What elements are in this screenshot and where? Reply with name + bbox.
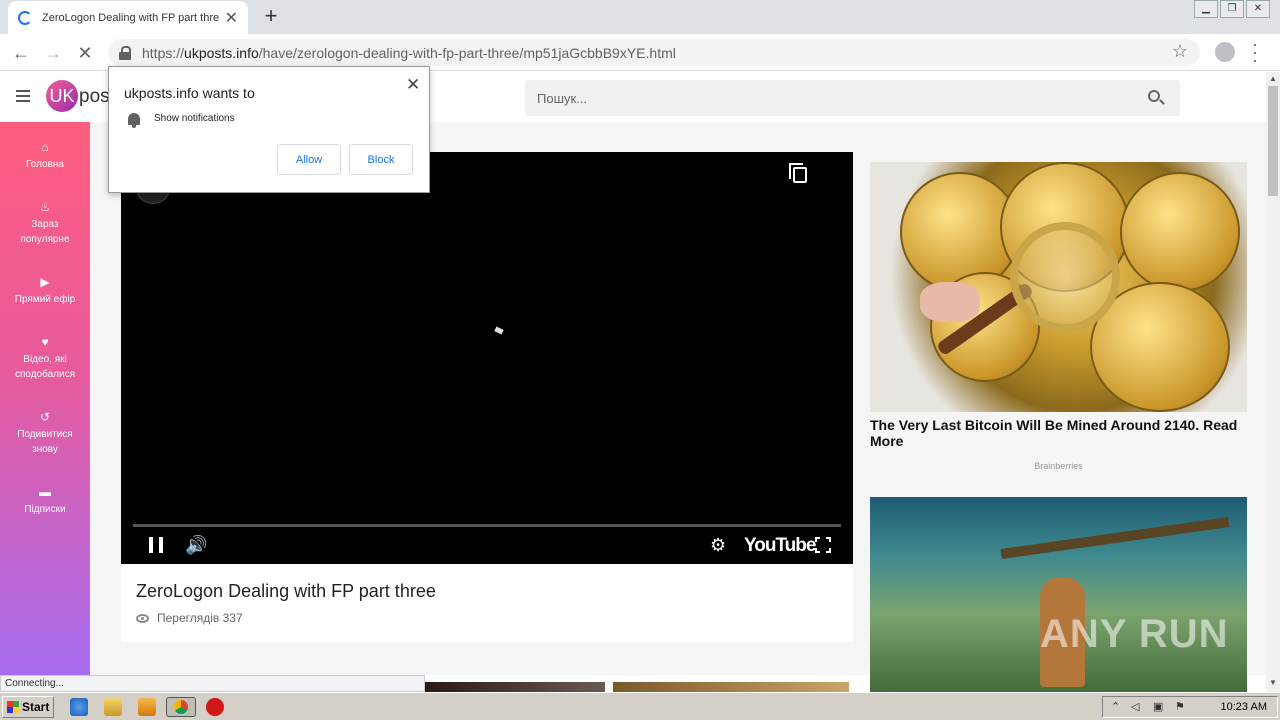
heart-icon: ♥ (41, 335, 49, 349)
browser-menu-icon[interactable]: · · · (1250, 35, 1260, 69)
sidebar-item-subscriptions[interactable]: ▬ Підписки (0, 485, 90, 517)
flag-icon[interactable]: ⚑ (1175, 701, 1187, 713)
url-host: ukposts.info (184, 44, 259, 61)
chrome-taskbar-button[interactable] (166, 697, 196, 717)
folder-icon: ▬ (39, 485, 51, 499)
view-count: Переглядів 337 (157, 611, 243, 625)
windows-logo-icon (7, 701, 19, 713)
copy-link-icon[interactable] (789, 163, 807, 183)
fullscreen-icon[interactable] (815, 537, 831, 553)
sidebar-item-label: Зараз популярне (20, 219, 70, 245)
opera-icon[interactable] (206, 698, 224, 716)
sidebar-item-label: Прямий ефір (14, 294, 76, 305)
scroll-down-icon[interactable]: ▼ (1269, 678, 1277, 687)
chrome-icon (174, 700, 188, 714)
ad-image-bitcoin[interactable] (870, 162, 1247, 412)
network-icon[interactable]: ▣ (1153, 701, 1165, 713)
speaker-icon[interactable]: ◁ (1131, 701, 1143, 713)
bell-icon (128, 113, 140, 128)
video-info-card: ZeroLogon Dealing with FP part three Пер… (121, 564, 853, 642)
start-label: Start (22, 700, 50, 714)
history-icon: ↺ (39, 410, 51, 424)
settings-gear-icon[interactable]: ⚙ (710, 536, 728, 554)
stop-loading-button[interactable]: ✕ (72, 40, 98, 66)
ad-title[interactable]: The Very Last Bitcoin Will Be Mined Arou… (870, 417, 1247, 449)
notification-permission-dialog: ukposts.info wants to ✕ Show notificatio… (108, 66, 430, 193)
ad-source[interactable]: Brainberries (870, 461, 1247, 471)
window-controls: ▁ ❐ ✕ (1194, 0, 1270, 18)
url-scheme: https:// (142, 44, 185, 61)
sidebar-item-live[interactable]: ▶ Прямий ефір (0, 275, 90, 307)
video-progress-bar[interactable] (133, 524, 841, 527)
ad-image-game[interactable] (870, 497, 1247, 692)
ie-icon[interactable] (70, 698, 88, 716)
anyrun-watermark: ANY RUN (1040, 612, 1229, 656)
block-button[interactable]: Block (349, 144, 413, 175)
video-player[interactable] (121, 152, 853, 564)
sidebar-item-label: Відео, які сподобалися (14, 354, 76, 380)
allow-button[interactable]: Allow (277, 144, 341, 175)
status-bubble: Connecting... (0, 675, 425, 692)
url-path: /have/zerologon-dealing-with-fp-part-thr… (258, 44, 676, 61)
permission-text: Show notifications (154, 113, 235, 124)
related-video-thumbnail[interactable] (425, 682, 605, 692)
site-logo[interactable]: UK (46, 80, 78, 112)
start-button[interactable]: Start (2, 696, 54, 718)
sidebar-item-label: Головна (26, 159, 64, 170)
lock-icon[interactable] (118, 45, 132, 60)
back-button[interactable]: ← (8, 40, 34, 66)
system-tray: ⌃ ◁ ▣ ⚑ 10:23 AM (1102, 696, 1278, 718)
scrollbar-thumb[interactable] (1268, 86, 1278, 196)
sidebar-item-label: Підписки (24, 504, 66, 515)
sidebar-item-history[interactable]: ↺ Подивитися знову (0, 410, 90, 457)
explorer-icon[interactable] (104, 698, 122, 716)
search-input[interactable] (525, 80, 1180, 116)
home-icon: ⌂ (41, 140, 49, 154)
sidebar-item-label: Подивитися знову (17, 429, 73, 455)
clock[interactable]: 10:23 AM (1221, 701, 1267, 713)
eye-icon (136, 614, 149, 623)
tab-title: ZeroLogon Dealing with FP part three (42, 11, 219, 24)
related-video-thumbnail[interactable] (613, 682, 849, 692)
profile-avatar[interactable] (1215, 42, 1235, 62)
site-logo-text[interactable]: pos (79, 86, 110, 108)
sidebar-item-liked[interactable]: ♥ Відео, які сподобалися (0, 335, 90, 382)
tab-close-icon[interactable]: ✕ (225, 8, 238, 28)
left-sidebar: ⌂ Головна ♨ Зараз популярне ▶ Прямий ефі… (0, 122, 90, 675)
pause-icon[interactable] (149, 537, 163, 553)
loading-spinner-icon (18, 10, 32, 25)
volume-icon[interactable]: 🔊 (185, 535, 207, 555)
hamburger-menu-icon[interactable] (16, 90, 30, 102)
dialog-title: ukposts.info wants to (124, 85, 255, 101)
address-bar[interactable]: https:// ukposts.info /have/zerologon-de… (108, 39, 1200, 66)
search-icon[interactable] (1148, 90, 1160, 102)
live-icon: ▶ (40, 275, 50, 289)
youtube-logo[interactable]: YouTube (744, 535, 816, 557)
fire-icon: ♨ (39, 200, 51, 214)
new-tab-button[interactable]: + (260, 4, 282, 28)
restore-button[interactable]: ❐ (1220, 0, 1244, 18)
tab-strip: ZeroLogon Dealing with FP part three ✕ +… (0, 0, 1280, 34)
taskbar: Start ⌃ ◁ ▣ ⚑ 10:23 AM (0, 692, 1280, 720)
window-close-button[interactable]: ✕ (1246, 0, 1270, 18)
tray-expand-icon[interactable]: ⌃ (1111, 701, 1123, 713)
bookmark-star-icon[interactable]: ☆ (1172, 41, 1188, 62)
dialog-close-icon[interactable]: ✕ (406, 75, 420, 95)
sidebar-item-home[interactable]: ⌂ Головна (0, 140, 90, 172)
video-title: ZeroLogon Dealing with FP part three (136, 581, 436, 601)
page-scrollbar[interactable]: ▲ ▼ (1266, 72, 1280, 692)
scroll-up-icon[interactable]: ▲ (1269, 74, 1277, 83)
browser-tab[interactable]: ZeroLogon Dealing with FP part three ✕ (8, 1, 248, 34)
sidebar-item-trending[interactable]: ♨ Зараз популярне (0, 200, 90, 247)
media-player-icon[interactable] (138, 698, 156, 716)
forward-button[interactable]: → (40, 40, 66, 66)
minimize-button[interactable]: ▁ (1194, 0, 1218, 18)
